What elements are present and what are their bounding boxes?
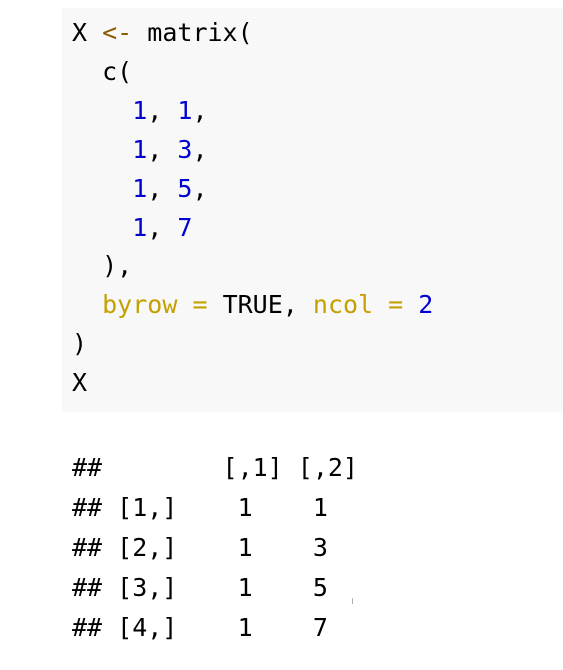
number-token: 1 [132,134,148,164]
code-line-6: 1, 7 [72,213,192,242]
close-paren-token: ), [102,251,133,281]
number-token: 5 [177,173,193,203]
code-line-9: ) [72,329,87,358]
output-row: ## [1,] 1 1 [72,493,328,522]
number-token: 2 [418,290,434,320]
comma-token: , [147,95,163,125]
number-token: 7 [177,212,193,242]
argument-name-token: byrow [102,290,178,320]
number-token: 1 [132,212,148,242]
code-listing: X <- matrix( c( 1, 1, 1, 3, 1, 5, 1, 7 )… [72,14,433,403]
code-line-8: byrow = TRUE, ncol = 2 [72,290,433,319]
number-token: 1 [177,95,193,125]
equals-token: = [192,290,208,320]
output-row: ## [2,] 1 3 [72,533,328,562]
comma-token: , [147,212,163,242]
function-call-token: matrix( [147,18,253,47]
page: X <- matrix( c( 1, 1, 1, 3, 1, 5, 1, 7 )… [0,0,563,670]
comma-token: , [192,134,208,164]
code-line-1: X <- matrix( [72,18,253,47]
code-line-2: c( [72,57,132,86]
c-call-token: c( [102,56,133,86]
equals-token: = [388,290,404,320]
value-token: TRUE, [222,290,298,320]
code-line-10: X [72,368,87,397]
variable-token: X [72,18,88,47]
number-token: 3 [177,134,193,164]
console-output: ## [,1] [,2] ## [1,] 1 1 ## [2,] 1 3 ## … [72,448,358,648]
assign-operator-token: <- [102,18,133,47]
output-row: ## [4,] 1 7 [72,613,328,642]
output-row: ## [3,] 1 5 [72,573,328,602]
output-header: ## [,1] [,2] [72,453,358,482]
code-line-4: 1, 3, [72,134,208,164]
comma-token: , [147,134,163,164]
variable-token: X [72,368,88,398]
number-token: 1 [132,173,148,203]
argument-name-token: ncol [312,290,374,320]
number-token: 1 [132,95,148,125]
comma-token: , [192,95,208,125]
code-line-5: 1, 5, [72,173,208,203]
text-cursor-mark [352,598,353,604]
code-line-7: ), [72,251,132,280]
comma-token: , [192,173,208,203]
comma-token: , [147,173,163,203]
close-paren-token: ) [72,329,88,359]
code-line-3: 1, 1, [72,95,208,125]
